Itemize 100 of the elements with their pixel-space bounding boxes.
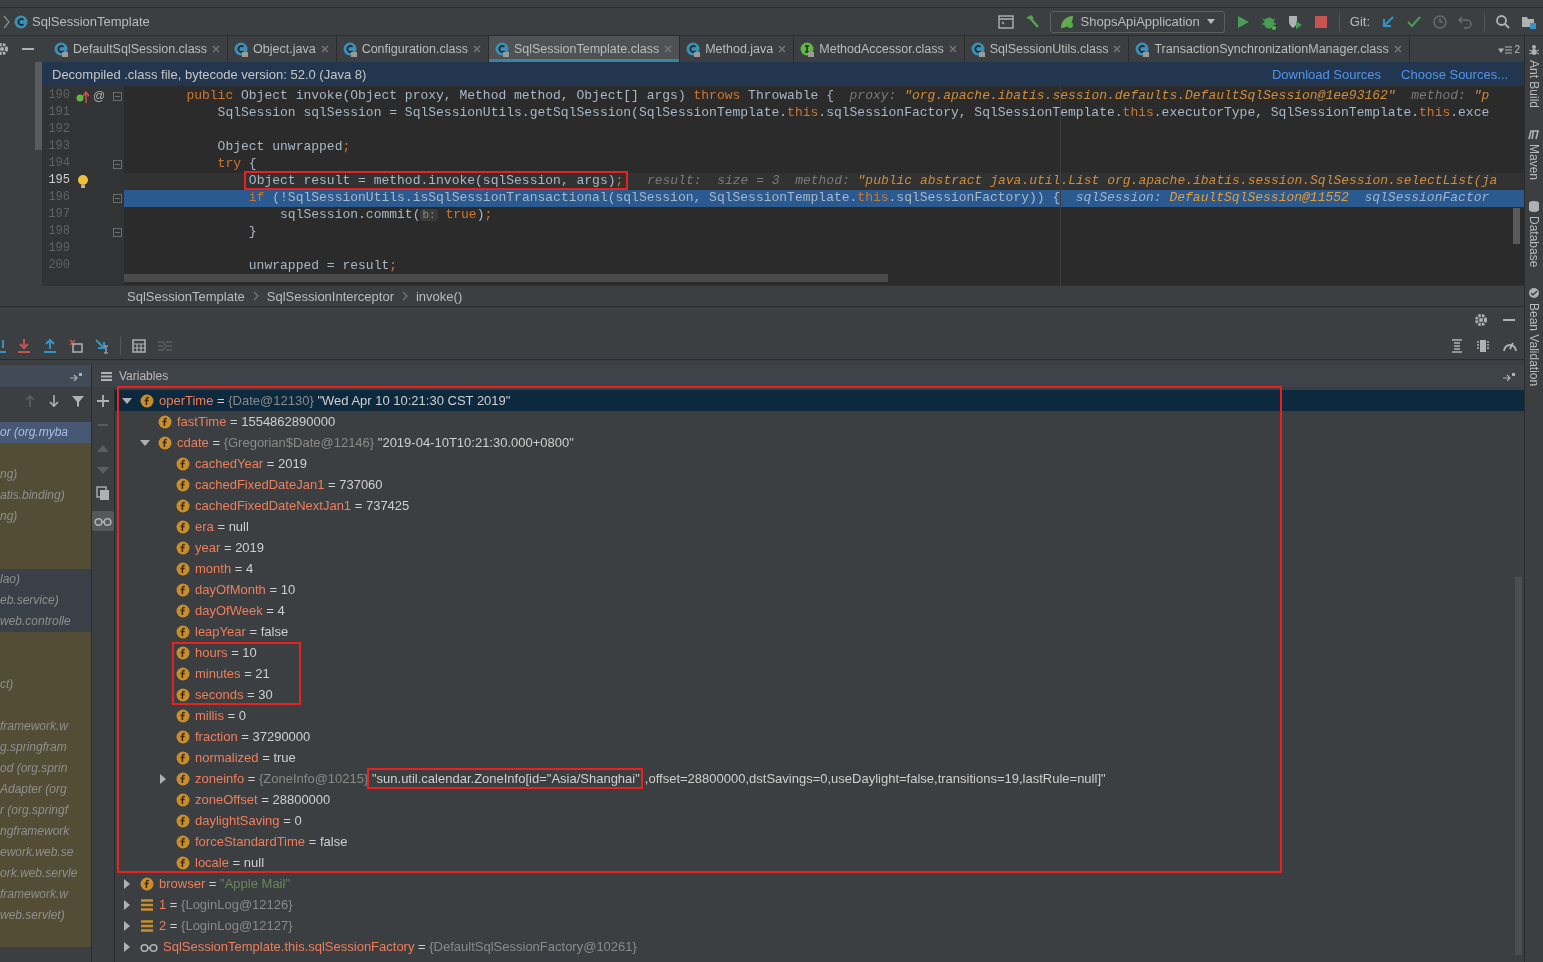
variable-entry[interactable]: cachedYear = 2019: [195, 456, 307, 471]
variable-entry[interactable]: 1 = {LoginLog@12126}: [159, 897, 293, 912]
plus-icon[interactable]: [96, 394, 110, 408]
field-icon: [176, 855, 190, 870]
window-icon[interactable]: [997, 13, 1014, 30]
frame-item[interactable]: eb.service): [0, 590, 91, 611]
scrollbar[interactable]: [124, 274, 888, 282]
variable-entry[interactable]: leapYear = false: [195, 624, 289, 639]
step-into-icon[interactable]: [16, 337, 32, 354]
search-icon[interactable]: [1495, 13, 1511, 30]
fold-icon[interactable]: [112, 92, 122, 101]
up-arrow-icon[interactable]: [23, 394, 37, 408]
clock-icon[interactable]: [1432, 13, 1448, 30]
list-icon: [140, 897, 154, 912]
variable-entry[interactable]: seconds = 30: [195, 687, 273, 702]
variable-entry[interactable]: cachedFixedDateJan1 = 737060: [195, 477, 383, 492]
close-icon[interactable]: [211, 44, 222, 54]
class-icon: [234, 41, 250, 57]
tool-window-button[interactable]: Database: [1527, 200, 1541, 268]
variable-entry[interactable]: month = 4: [195, 561, 254, 576]
copy-icon[interactable]: [96, 486, 110, 501]
drop-frame-icon[interactable]: [68, 337, 84, 354]
field-icon: [176, 477, 190, 492]
step-out-icon[interactable]: [42, 337, 58, 354]
banner-link[interactable]: Choose Sources...: [1401, 66, 1508, 82]
variable-entry[interactable]: operTime = {Date@12130} "Wed Apr 10 10:21:30 CST 2019": [159, 393, 511, 408]
breadcrumb-item[interactable]: SqlSessionInterceptor: [266, 288, 394, 304]
variable-entry[interactable]: zoneOffset = 28800000: [195, 792, 331, 807]
variable-entry[interactable]: SqlSessionTemplate.this.sqlSessionFactory = {DefaultSqlSessionFactory@10261}: [163, 939, 637, 954]
shield-play-icon[interactable]: [1286, 13, 1303, 30]
database-icon: [1528, 200, 1540, 213]
close-icon[interactable]: [777, 44, 788, 54]
scrollbar[interactable]: [35, 62, 42, 150]
chip-icon[interactable]: [1476, 337, 1490, 354]
breadcrumb-item[interactable]: invoke(): [416, 288, 463, 304]
variable-entry[interactable]: cdate = {Gregorian$Date@12146} "2019-04-10T10:21:30.000+0800": [177, 435, 574, 450]
frame-item[interactable]: web.controlle: [0, 611, 91, 632]
fold-icon[interactable]: [112, 160, 122, 169]
watches-toggle-button[interactable]: [92, 511, 114, 531]
calculator-icon[interactable]: [131, 337, 147, 354]
down-triangle-icon[interactable]: [96, 464, 110, 476]
frame-item[interactable]: or (org.myba: [0, 422, 91, 443]
arrow-icon[interactable]: [1380, 13, 1396, 30]
list-icon[interactable]: [100, 370, 113, 382]
variable-entry[interactable]: minutes = 21: [195, 666, 270, 681]
down-arrow-icon[interactable]: [47, 394, 61, 408]
undo-icon[interactable]: [1458, 13, 1474, 30]
breadcrumb-item[interactable]: SqlSessionTemplate: [32, 14, 150, 29]
breadcrumb-item[interactable]: SqlSessionTemplate: [127, 288, 245, 304]
variable-entry[interactable]: cachedFixedDateNextJan1 = 737425: [195, 498, 410, 513]
pin-icon[interactable]: [1502, 371, 1516, 381]
variable-entry[interactable]: browser = "Apple Mail": [159, 876, 290, 891]
override-icon[interactable]: [76, 89, 90, 104]
step-over-icon[interactable]: [0, 337, 6, 354]
line-number: 195: [47, 173, 70, 189]
code-line: }: [247, 224, 257, 239]
close-icon[interactable]: [1112, 44, 1123, 54]
close-icon[interactable]: [663, 44, 674, 54]
stop-icon[interactable]: [1312, 13, 1329, 30]
field-icon: [176, 645, 190, 660]
variable-entry[interactable]: era = null: [195, 519, 249, 534]
fold-icon[interactable]: [112, 194, 122, 203]
editor-tab[interactable]: SqlSessionTemplate.class: [488, 36, 681, 62]
run-configuration-dropdown[interactable]: ShopsApiApplication: [1049, 10, 1225, 33]
variable-entry[interactable]: locale = null: [195, 855, 265, 870]
variable-entry[interactable]: fastTime = 1554862890000: [177, 414, 336, 429]
variable-entry[interactable]: daylightSaving = 0: [195, 813, 302, 828]
banner-link[interactable]: Download Sources: [1271, 66, 1382, 82]
variable-entry[interactable]: zoneinfo = {ZoneInfo@10215} "sun.util.calendar.ZoneInfo[id="Asia/Shanghai" ,offset=28800000,dstSavings=0,useDaylight=false,transitions=19,lastRule=null]": [195, 771, 1106, 786]
tool-window-button[interactable]: Bean Validation: [1527, 287, 1541, 387]
list-icon: [1498, 43, 1514, 55]
close-icon[interactable]: [1392, 44, 1403, 54]
tab-overflow-button[interactable]: 2: [1494, 36, 1524, 62]
run-to-cursor-icon[interactable]: [94, 337, 110, 354]
tool-window-button[interactable]: Ant Build: [1527, 44, 1541, 109]
variable-entry[interactable]: fraction = 37290000: [195, 729, 311, 744]
list-icon[interactable]: [1450, 337, 1464, 354]
filter-icon[interactable]: [71, 394, 85, 408]
variable-entry[interactable]: dayOfMonth = 10: [195, 582, 296, 597]
variable-entry[interactable]: year = 2019: [195, 540, 265, 555]
field-icon: [140, 393, 154, 408]
close-icon[interactable]: [319, 44, 330, 54]
lightbulb-icon[interactable]: [76, 174, 90, 189]
variable-entry[interactable]: 2 = {LoginLog@12127}: [159, 918, 293, 933]
tool-window-button[interactable]: Maven: [1527, 128, 1541, 181]
variable-entry[interactable]: dayOfWeek = 4: [195, 603, 285, 618]
close-icon[interactable]: [947, 44, 958, 54]
fold-icon[interactable]: [112, 228, 122, 237]
selected-row[interactable]: operTime = {Date@12130} "Wed Apr 10 10:21:30 CST 2019": [115, 390, 1524, 411]
pin-icon[interactable]: [69, 371, 83, 381]
variable-entry[interactable]: millis = 0: [195, 708, 246, 723]
close-icon[interactable]: [471, 44, 482, 54]
field-icon: [176, 540, 190, 555]
variable-entry[interactable]: forceStandardTime = false: [195, 834, 348, 849]
scrollbar[interactable]: [1513, 208, 1520, 244]
variable-entry[interactable]: hours = 10: [195, 645, 257, 660]
frame-item[interactable]: lao): [0, 569, 91, 590]
variable-entry[interactable]: normalized = true: [195, 750, 296, 765]
field-icon: [176, 561, 190, 576]
settings-icon[interactable]: [1474, 312, 1488, 327]
